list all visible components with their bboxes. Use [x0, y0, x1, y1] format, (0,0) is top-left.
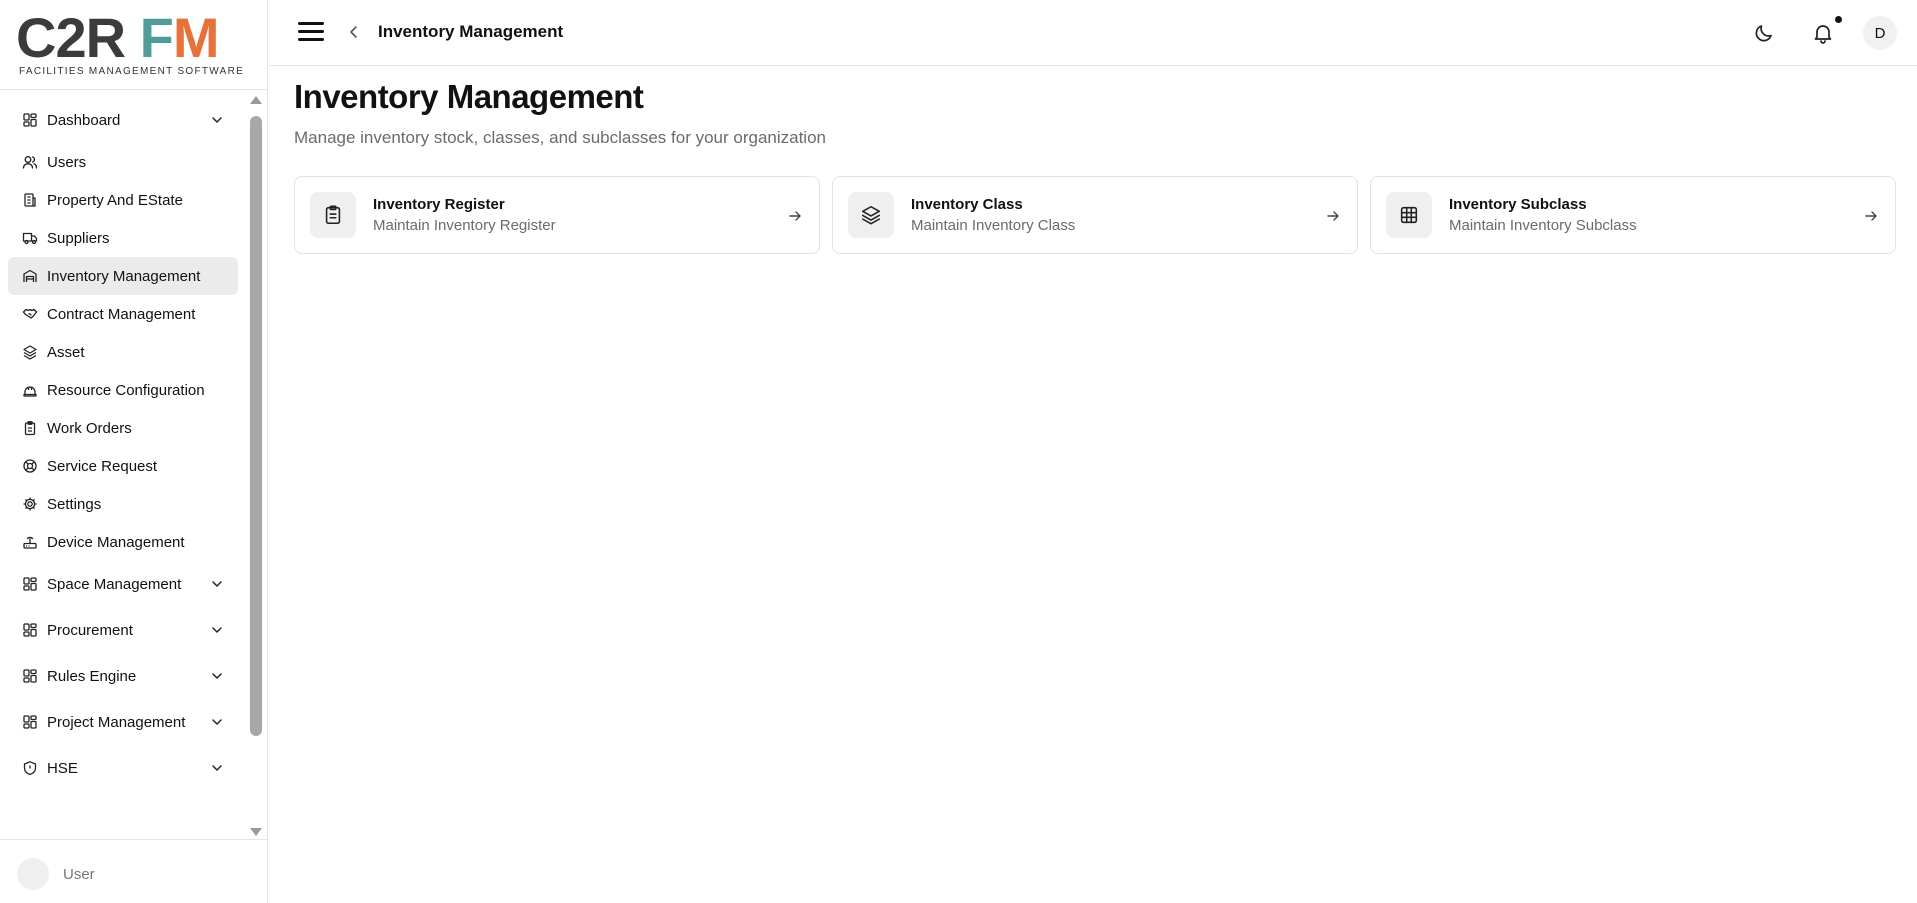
sidebar-item-inventory-management[interactable]: Inventory Management [8, 257, 238, 295]
chevron-down-icon[interactable] [210, 669, 224, 683]
sidebar-nav: Dashboard Users Property And EState Supplie… [8, 97, 238, 791]
divider [0, 89, 267, 90]
sidebar-item-label: Contract Management [47, 305, 196, 323]
sidebar-item-settings[interactable]: Settings [8, 485, 238, 523]
sidebar-item-property-and-estate[interactable]: Property And EState [8, 181, 238, 219]
sidebar-item-project-management[interactable]: Project Management [8, 699, 238, 745]
chevron-down-icon[interactable] [210, 715, 224, 729]
truck-icon [22, 230, 38, 246]
logo-c2r: C2R [16, 6, 126, 69]
moon-icon[interactable] [1752, 21, 1776, 45]
chevron-down-icon[interactable] [210, 761, 224, 775]
chevron-down-icon[interactable] [210, 577, 224, 591]
sidebar-item-device-management[interactable]: Device Management [8, 523, 238, 561]
card-inventory-register[interactable]: Inventory Register Maintain Inventory Re… [294, 176, 820, 254]
arrow-right-icon [1865, 211, 1877, 221]
avatar [17, 858, 49, 890]
sidebar-item-label: Procurement [47, 621, 133, 639]
logo-wordmark: C2R FM [16, 10, 242, 66]
dashboard-icon [22, 714, 38, 730]
sidebar: C2R FM FACILITIES MANAGEMENT SOFTWARE Da… [0, 0, 268, 903]
handshake-icon [22, 306, 38, 322]
sidebar-item-label: Asset [47, 343, 85, 361]
header-title: Inventory Management [378, 22, 564, 41]
sidebar-item-hse[interactable]: HSE [8, 745, 238, 791]
card-description: Maintain Inventory Subclass [1449, 217, 1637, 234]
layers-icon [848, 192, 894, 238]
lifebuoy-icon [22, 458, 38, 474]
dashboard-icon [22, 112, 38, 128]
shield-icon [22, 760, 38, 776]
scroll-down-arrow-icon[interactable] [250, 828, 262, 836]
card-inventory-subclass[interactable]: Inventory Subclass Maintain Inventory Su… [1370, 176, 1896, 254]
sidebar-item-work-orders[interactable]: Work Orders [8, 409, 238, 447]
sidebar-item-label: Users [47, 153, 87, 171]
card-inventory-class[interactable]: Inventory Class Maintain Inventory Class [832, 176, 1358, 254]
sidebar-item-resource-configuration[interactable]: Resource Configuration [8, 371, 238, 409]
chevron-left-icon[interactable] [346, 24, 362, 40]
sidebar-item-label: Space Management [47, 575, 182, 593]
scroll-up-arrow-icon[interactable] [250, 96, 262, 104]
users-icon [22, 154, 38, 170]
sidebar-item-label: HSE [47, 759, 78, 777]
avatar[interactable]: D [1863, 16, 1897, 50]
dashboard-icon [22, 622, 38, 638]
sidebar-item-label: Property And EState [47, 191, 183, 209]
sidebar-item-label: Settings [47, 495, 102, 513]
sidebar-item-service-request[interactable]: Service Request [8, 447, 238, 485]
sidebar-item-dashboard[interactable]: Dashboard [8, 97, 238, 143]
card-description: Maintain Inventory Class [911, 217, 1076, 234]
sidebar-item-suppliers[interactable]: Suppliers [8, 219, 238, 257]
layers-icon [22, 344, 38, 360]
hard-hat-icon [22, 382, 38, 398]
card-title: Inventory Subclass [1449, 196, 1587, 213]
logo[interactable]: C2R FM FACILITIES MANAGEMENT SOFTWARE [16, 10, 245, 78]
user-profile[interactable]: User [17, 858, 95, 890]
sidebar-item-space-management[interactable]: Space Management [8, 561, 238, 607]
sidebar-item-label: Service Request [47, 457, 158, 475]
user-name: User [63, 865, 95, 883]
sidebar-item-label: Work Orders [47, 419, 132, 437]
scroll-thumb[interactable] [250, 116, 262, 736]
card-title: Inventory Register [373, 196, 505, 213]
sidebar-item-contract-management[interactable]: Contract Management [8, 295, 238, 333]
clipboard-icon [22, 420, 38, 436]
top-header: Inventory Management D [269, 0, 1917, 66]
sidebar-item-procurement[interactable]: Procurement [8, 607, 238, 653]
sidebar-item-label: Suppliers [47, 229, 110, 247]
menu-toggle-icon[interactable] [298, 21, 324, 43]
clipboard-list-icon [310, 192, 356, 238]
divider [0, 839, 267, 840]
dashboard-icon [22, 668, 38, 684]
arrow-right-icon [789, 211, 801, 221]
sidebar-item-label: Rules Engine [47, 667, 137, 685]
building-icon [22, 192, 38, 208]
logo-f: F [139, 6, 174, 69]
sidebar-item-users[interactable]: Users [8, 143, 238, 181]
dashboard-icon [22, 576, 38, 592]
sidebar-item-label: Project Management [47, 713, 186, 731]
logo-m: M [172, 6, 220, 69]
card-description: Maintain Inventory Register [373, 217, 556, 234]
arrow-right-icon [1327, 211, 1339, 221]
page-subtitle: Manage inventory stock, classes, and sub… [294, 128, 826, 147]
sidebar-item-label: Device Management [47, 533, 185, 551]
sidebar-item-label: Resource Configuration [47, 381, 205, 399]
chevron-down-icon[interactable] [210, 113, 224, 127]
card-title: Inventory Class [911, 196, 1023, 213]
sidebar-item-label: Dashboard [47, 111, 121, 129]
sidebar-item-asset[interactable]: Asset [8, 333, 238, 371]
notification-dot [1835, 16, 1842, 23]
router-icon [22, 534, 38, 550]
sidebar-item-label: Inventory Management [47, 267, 201, 285]
sidebar-item-rules-engine[interactable]: Rules Engine [8, 653, 238, 699]
bell-icon[interactable] [1811, 21, 1835, 45]
sidebar-scrollbar[interactable] [249, 96, 263, 836]
warehouse-icon [22, 268, 38, 284]
gear-icon [22, 496, 38, 512]
page-title: Inventory Management [294, 78, 644, 115]
chevron-down-icon[interactable] [210, 623, 224, 637]
logo-tagline: FACILITIES MANAGEMENT SOFTWARE [19, 66, 245, 77]
grid-icon [1386, 192, 1432, 238]
